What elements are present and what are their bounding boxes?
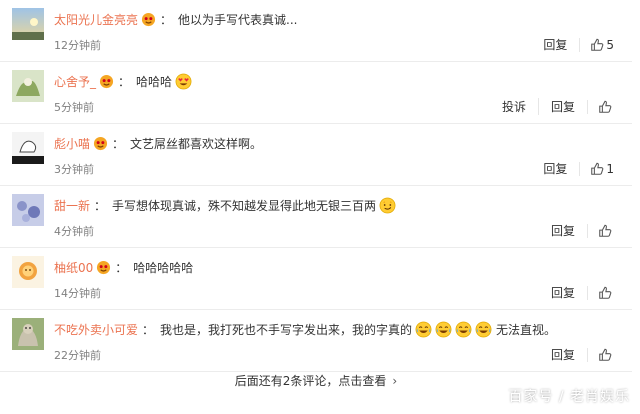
timestamp: 5分钟前	[54, 101, 94, 114]
avatar[interactable]	[12, 318, 44, 350]
watermark: 百家号 / 老肖娱乐	[508, 389, 630, 405]
comment-item: 柚纸00 ： 哈哈哈哈哈 14分钟前 回复	[0, 248, 632, 310]
username[interactable]: 彪小喵	[54, 135, 90, 152]
reply-button[interactable]: 回复	[539, 222, 587, 239]
laugh-cry-emoji-icon	[475, 321, 492, 338]
comment-text: 哈哈哈哈哈	[133, 260, 194, 275]
avatar[interactable]	[12, 8, 44, 40]
colon-separator: ：	[142, 322, 155, 337]
comment-item: 太阳光儿金亮亮 ： 他以为手写代表真诚... 12分钟前 回复 5	[0, 0, 632, 62]
colon-separator: ：	[118, 74, 131, 89]
like-button[interactable]: 1	[579, 161, 614, 176]
like-button[interactable]	[587, 223, 614, 238]
reply-button[interactable]: 回复	[539, 284, 587, 301]
colon-separator: ：	[115, 260, 128, 275]
colon-separator: ：	[112, 136, 125, 151]
comment-item: 甜一新 ： 手写想体现真诚，殊不知越发显得此地无银三百两 4分钟前 回复	[0, 186, 632, 248]
reply-button[interactable]: 回复	[531, 36, 579, 53]
comment-list: 太阳光儿金亮亮 ： 他以为手写代表真诚... 12分钟前 回复 5 心舍予_ ：…	[0, 0, 632, 372]
thumbs-up-icon	[599, 286, 612, 299]
timestamp: 14分钟前	[54, 287, 101, 300]
comment-text: 手写想体现真诚，殊不知越发显得此地无银三百两	[112, 198, 377, 213]
avatar[interactable]	[12, 256, 44, 288]
colon-separator: ：	[94, 198, 107, 213]
like-button[interactable]	[587, 285, 614, 300]
comment-item: 彪小喵 ： 文艺屌丝都喜欢这样啊。 3分钟前 回复 1	[0, 124, 632, 186]
avatar[interactable]	[12, 194, 44, 226]
reply-button[interactable]: 回复	[539, 346, 587, 363]
comment-item: 不吃外卖小可爱 ： 我也是，我打死也不手写字发出来，我的字真的 无法直视。 22…	[0, 310, 632, 372]
avatar[interactable]	[12, 132, 44, 164]
like-button[interactable]	[587, 347, 614, 362]
username[interactable]: 心舍予_	[54, 73, 96, 90]
laugh-cry-emoji-icon	[415, 321, 432, 338]
thumbs-up-icon	[591, 38, 604, 51]
more-comments-label[interactable]: 后面还有2条评论，点击查看	[235, 374, 387, 388]
reply-button[interactable]: 回复	[537, 98, 587, 115]
smirk-emoji-icon	[379, 197, 396, 214]
medal-icon	[141, 12, 156, 27]
comment-text: 我也是，我打死也不手写字发出来，我的字真的	[160, 322, 413, 337]
comment-text: 文艺屌丝都喜欢这样啊。	[130, 136, 263, 151]
laugh-cry-emoji-icon	[435, 321, 452, 338]
like-count: 1	[606, 161, 614, 176]
comment-text: 哈哈哈	[136, 74, 173, 89]
username[interactable]: 甜一新	[54, 197, 90, 214]
thumbs-up-icon	[591, 162, 604, 175]
like-count: 5	[606, 37, 614, 52]
timestamp: 4分钟前	[54, 225, 94, 238]
like-button[interactable]	[587, 99, 614, 114]
report-button[interactable]: 投诉	[490, 98, 538, 115]
username[interactable]: 柚纸00	[54, 259, 93, 276]
medal-icon	[96, 260, 111, 275]
like-button[interactable]: 5	[579, 37, 614, 52]
heart-eyes-emoji-icon	[175, 73, 192, 90]
medal-icon	[99, 74, 114, 89]
medal-icon	[93, 136, 108, 151]
timestamp: 12分钟前	[54, 39, 101, 52]
comment-item: 心舍予_ ： 哈哈哈 5分钟前 投诉 回复	[0, 62, 632, 124]
colon-separator: ：	[160, 12, 173, 27]
comment-text: 他以为手写代表真诚...	[178, 12, 298, 27]
thumbs-up-icon	[599, 224, 612, 237]
timestamp: 22分钟前	[54, 349, 101, 362]
thumbs-up-icon	[599, 348, 612, 361]
chevron-right-icon: ›	[392, 374, 398, 388]
reply-button[interactable]: 回复	[531, 160, 579, 177]
comment-text-tail: 无法直视。	[496, 322, 557, 337]
username[interactable]: 不吃外卖小可爱	[54, 321, 138, 338]
laugh-cry-emoji-icon	[455, 321, 472, 338]
username[interactable]: 太阳光儿金亮亮	[54, 11, 138, 28]
timestamp: 3分钟前	[54, 163, 94, 176]
thumbs-up-icon	[599, 100, 612, 113]
avatar[interactable]	[12, 70, 44, 102]
